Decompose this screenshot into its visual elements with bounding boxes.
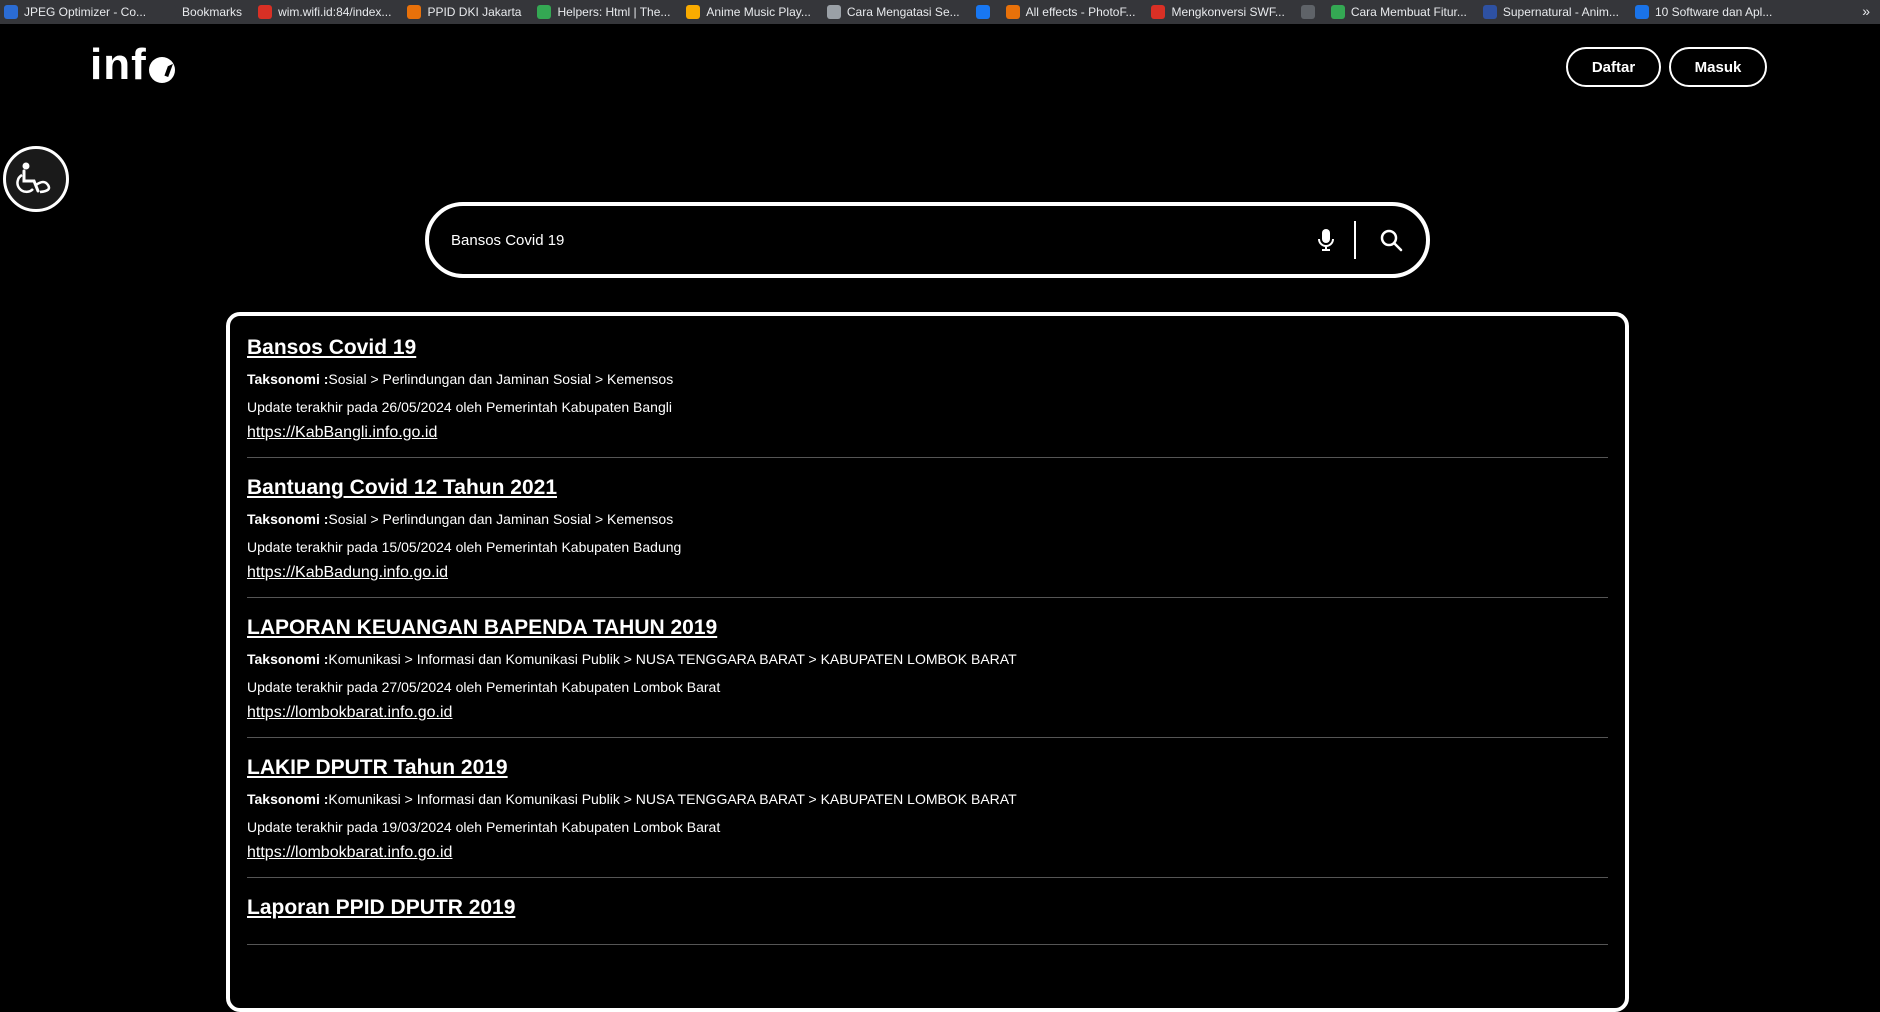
taxonomy-label: Taksonomi : [247, 791, 329, 807]
bookmark-item[interactable]: Helpers: Html | The... [537, 5, 670, 19]
register-button[interactable]: Daftar [1566, 47, 1661, 87]
result-url-link[interactable]: https://KabBadung.info.go.id [247, 563, 448, 583]
login-button[interactable]: Masuk [1669, 47, 1767, 87]
logo-text: inf [90, 40, 147, 89]
bookmark-item[interactable] [1300, 5, 1315, 19]
search-icon [1380, 229, 1403, 252]
result-item: Bansos Covid 19 Taksonomi :Sosial > Perli… [247, 336, 1608, 458]
bookmark-item[interactable]: All effects - PhotoF... [1005, 5, 1136, 19]
result-taxonomy: Taksonomi :Komunikasi > Informasi dan Ko… [247, 650, 1608, 668]
taxonomy-path: Sosial > Perlindungan dan Jaminan Sosial… [328, 371, 674, 387]
taxonomy-path: Komunikasi > Informasi dan Komunikasi Pu… [328, 791, 1017, 807]
wifi-icon [258, 5, 273, 19]
bookmark-label: Bookmarks [182, 5, 243, 19]
result-item: LAKIP DPUTR Tahun 2019 Taksonomi :Komunik… [247, 756, 1608, 878]
result-update-info: Update terakhir pada 27/05/2024 oleh Pem… [247, 679, 721, 695]
bookmark-label: Supernatural - Anim... [1502, 5, 1619, 19]
result-update-info: Update terakhir pada 26/05/2024 oleh Pem… [247, 399, 672, 415]
bookmarks-overflow-icon[interactable]: » [1862, 3, 1870, 19]
bookmark-label: PPID DKI Jakarta [427, 5, 522, 19]
bookmark-item[interactable]: PPID DKI Jakarta [407, 5, 521, 19]
taxonomy-path: Komunikasi > Informasi dan Komunikasi Pu… [328, 651, 1017, 667]
taxonomy-label: Taksonomi : [247, 651, 329, 667]
search-button[interactable] [1356, 220, 1426, 260]
cara-icon [826, 5, 841, 19]
photofunia-icon [1005, 5, 1020, 19]
bookmark-label: Cara Membuat Fitur... [1350, 5, 1467, 19]
result-update-info: Update terakhir pada 15/05/2024 oleh Pem… [247, 539, 682, 555]
result-item: Laporan PPID DPUTR 2019 [247, 896, 1608, 945]
result-item: Bantuang Covid 12 Tahun 2021 Taksonomi :S… [247, 476, 1608, 598]
taxonomy-label: Taksonomi : [247, 511, 329, 527]
bookmark-item[interactable]: JPEG Optimizer - Co... [4, 5, 146, 19]
microphone-icon [1318, 229, 1334, 251]
result-title-link[interactable]: Bansos Covid 19 [247, 336, 1608, 360]
bookmark-label: All effects - PhotoF... [1025, 5, 1136, 19]
blog-icon [1330, 5, 1345, 19]
result-title-link[interactable]: LAPORAN KEUANGAN BAPENDA TAHUN 2019 [247, 616, 1608, 640]
logo-mark-icon [148, 57, 175, 83]
helpers-icon [537, 5, 552, 19]
bookmark-label: Cara Mengatasi Se... [846, 5, 960, 19]
search-bar [425, 202, 1430, 278]
bookmark-label: Anime Music Play... [706, 5, 811, 19]
result-title-link[interactable]: LAKIP DPUTR Tahun 2019 [247, 756, 1608, 780]
taxonomy-label: Taksonomi : [247, 371, 329, 387]
bookmark-label: Mengkonversi SWF... [1171, 5, 1285, 19]
software-icon [1634, 5, 1649, 19]
result-item: LAPORAN KEUANGAN BAPENDA TAHUN 2019 Takso… [247, 616, 1608, 738]
bookmark-label: 10 Software dan Apl... [1654, 5, 1773, 19]
microphone-button[interactable] [1306, 220, 1346, 260]
search-input[interactable] [429, 231, 1306, 249]
results-panel: Bansos Covid 19 Taksonomi :Sosial > Perli… [226, 312, 1629, 1012]
bookmark-item[interactable]: Supernatural - Anim... [1482, 5, 1619, 19]
accessibility-icon [16, 162, 51, 194]
result-url-link[interactable]: https://lombokbarat.info.go.id [247, 843, 452, 863]
anime-icon [686, 5, 701, 19]
result-taxonomy: Taksonomi :Sosial > Perlindungan dan Jam… [247, 510, 1608, 528]
ppid-icon [407, 5, 422, 19]
bookmark-item[interactable]: Mengkonversi SWF... [1151, 5, 1285, 19]
accessibility-button[interactable] [3, 146, 69, 212]
bookmark-label: JPEG Optimizer - Co... [24, 5, 147, 19]
bookmark-item[interactable]: wim.wifi.id:84/index... [258, 5, 391, 19]
globe-icon [1300, 5, 1315, 19]
mal-icon [1482, 5, 1497, 19]
facebook-icon [975, 5, 990, 19]
site-logo[interactable]: inf [90, 40, 175, 90]
bookmark-item[interactable]: Anime Music Play... [686, 5, 811, 19]
result-taxonomy: Taksonomi :Sosial > Perlindungan dan Jam… [247, 370, 1608, 388]
result-url-link[interactable]: https://KabBangli.info.go.id [247, 423, 437, 443]
bookmark-item[interactable]: 10 Software dan Apl... [1634, 5, 1773, 19]
result-title-link[interactable]: Laporan PPID DPUTR 2019 [247, 896, 1608, 920]
bookmark-item[interactable] [975, 5, 990, 19]
result-update-info: Update terakhir pada 19/03/2024 oleh Pem… [247, 819, 721, 835]
result-taxonomy: Taksonomi :Komunikasi > Informasi dan Ko… [247, 790, 1608, 808]
bookmark-label: Helpers: Html | The... [557, 5, 671, 19]
star-icon [162, 5, 177, 19]
bookmarks-bar: JPEG Optimizer - Co... Bookmarks wim.wifi.… [0, 0, 1880, 24]
bookmark-item[interactable]: Cara Mengatasi Se... [826, 5, 960, 19]
result-url-link[interactable]: https://lombokbarat.info.go.id [247, 703, 452, 723]
taxonomy-path: Sosial > Perlindungan dan Jaminan Sosial… [328, 511, 674, 527]
bookmark-item[interactable]: Bookmarks [162, 5, 242, 19]
bookmark-label: wim.wifi.id:84/index... [278, 5, 392, 19]
result-title-link[interactable]: Bantuang Covid 12 Tahun 2021 [247, 476, 1608, 500]
bookmark-item[interactable]: Cara Membuat Fitur... [1330, 5, 1467, 19]
jpeg-icon [4, 5, 18, 19]
swf-icon [1151, 5, 1166, 19]
